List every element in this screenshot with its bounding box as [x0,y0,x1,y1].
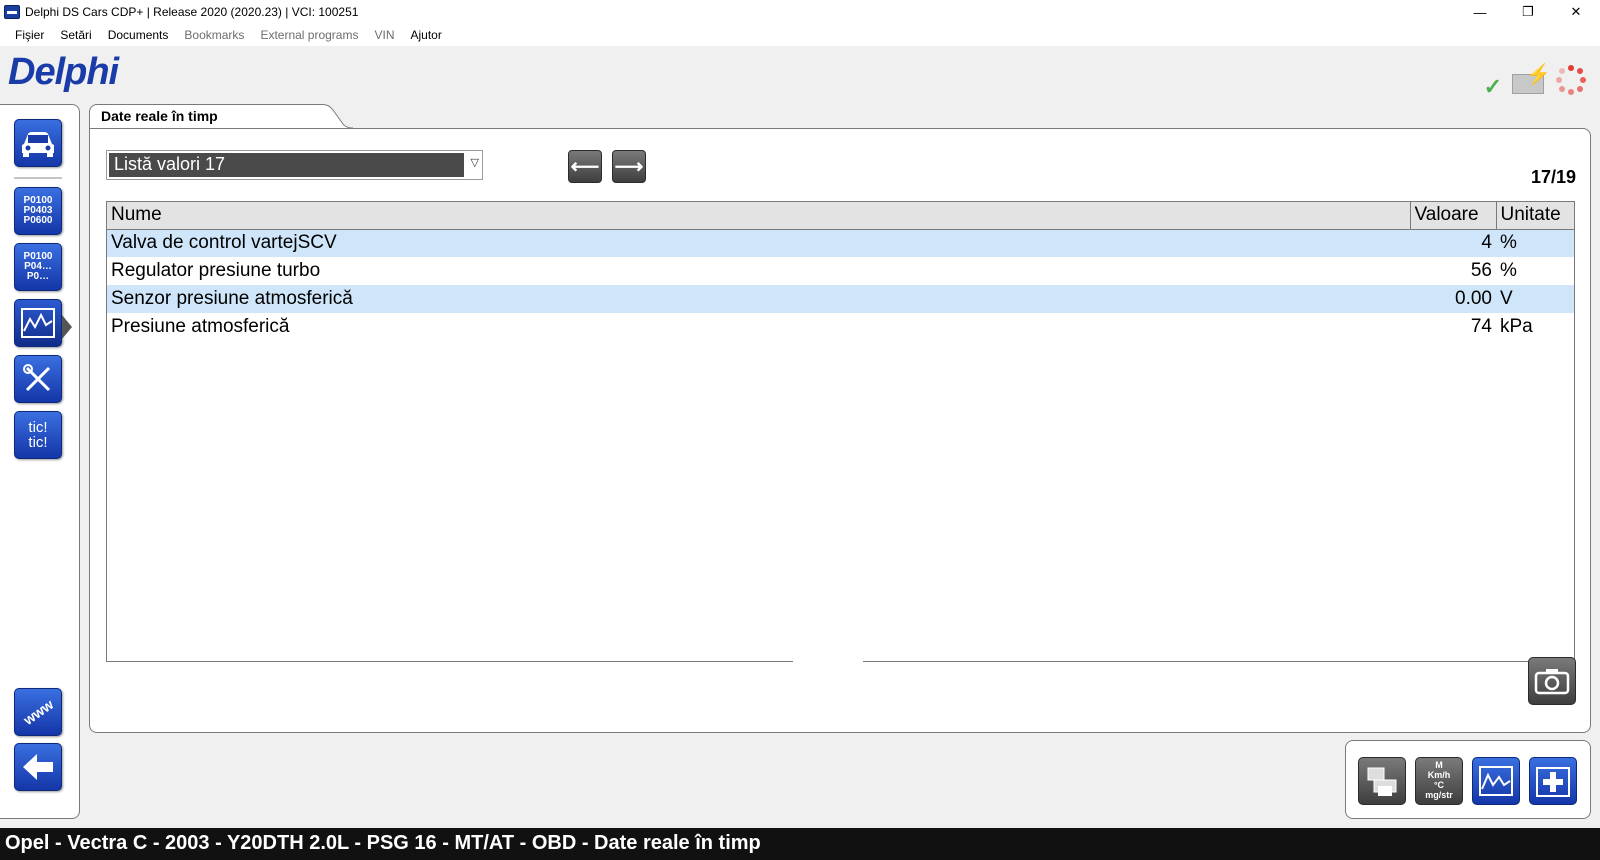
table-row[interactable]: Presiune atmosferică 74 kPa [107,313,1574,341]
delphi-logo: Delphi [8,51,119,93]
units-button[interactable]: M Km/h °C mg/str [1415,757,1463,805]
connection-check-icon: ✓ [1483,74,1502,99]
param-name: Valva de control vartejSCV [107,229,1410,257]
action-toolbar: M Km/h °C mg/str [1345,740,1591,819]
table-header-row: Nume Valoare Unitate [107,202,1574,230]
param-value: 74 [1470,316,1492,337]
graph-icon [1479,766,1513,796]
param-value: 56 [1470,260,1492,281]
active-tool-indicator [62,315,72,339]
tab-live-data[interactable]: Date reale în timp [89,104,315,129]
menu-vin[interactable]: VIN [366,28,402,42]
web-button[interactable]: www [14,688,62,736]
close-button[interactable]: ✕ [1552,0,1600,24]
add-parameter-icon [1536,767,1570,797]
menu-file[interactable]: Fişier [0,28,52,42]
screenshot-button[interactable] [1528,657,1576,705]
value-list-selected: Listă valori 17 [109,153,464,177]
table-row[interactable]: Regulator presiune turbo 56 % [107,257,1574,285]
status-indicators: ✓ ⚡ [1484,60,1586,100]
back-arrow-icon [23,754,53,780]
param-name: Senzor presiune atmosferică [107,285,1410,313]
dtc-icon: P0100 P0403 P0600 [23,195,53,226]
add-parameters-button[interactable] [1529,757,1577,805]
live-data-icon [21,308,55,338]
param-name: Regulator presiune turbo [111,260,321,281]
camera-icon [1534,669,1570,695]
service-tools-button[interactable] [14,355,62,403]
previous-list-button[interactable]: ⟵ [568,150,602,183]
erase-codes-button[interactable]: P0100 P04… P0… [14,243,62,291]
param-value: 4 [1410,229,1496,257]
menu-bar: Fişier Setări Documents Bookmarks Extern… [0,24,1600,46]
app-header: Delphi ✓ ⚡ [0,46,1600,104]
tools-icon [23,364,51,392]
activation-button[interactable]: tic! tic! [14,411,62,459]
printer-icon [1367,767,1397,796]
table-border-gap [793,657,863,665]
print-button[interactable] [1358,757,1406,805]
column-header-name[interactable]: Nume [107,202,1411,230]
window-title: Delphi DS Cars CDP+ | Release 2020 (2020… [25,5,359,19]
parameters-table: Nume Valoare Unitate Valva de control va… [106,201,1575,662]
menu-documents[interactable]: Documents [100,28,177,42]
live-data-panel: Listă valori 17 ▽ ⟵ ⟶ 17/19 Nume Valoare… [89,128,1591,733]
menu-external-programs[interactable]: External programs [252,28,366,42]
param-unit: kPa [1500,316,1533,337]
arrow-left-icon: ⟵ [570,156,600,178]
table-row[interactable]: Valva de control vartejSCV 4 % [107,229,1574,257]
app-icon [4,5,20,19]
table-row[interactable]: Senzor presiune atmosferică 0.00 V [107,285,1574,313]
tab-slope [313,104,353,129]
column-header-value[interactable]: Valoare [1410,202,1497,230]
tic-tic-icon: tic! tic! [28,419,48,451]
arrow-right-icon: ⟶ [614,156,644,178]
read-codes-button[interactable]: P0100 P0403 P0600 [14,187,62,235]
list-counter: 17/19 [1530,167,1576,187]
restore-button[interactable]: ❐ [1504,0,1552,24]
car-icon [22,132,54,157]
graph-button[interactable] [1472,757,1520,805]
toolbar-separator [14,177,62,179]
activity-spinner-icon [1556,65,1586,95]
param-unit: % [1496,229,1574,257]
vehicle-status-bar: Opel - Vectra C - 2003 - Y20DTH 2.0L - P… [0,828,1600,860]
next-list-button[interactable]: ⟶ [612,150,646,183]
back-button[interactable] [14,743,62,791]
minimize-button[interactable]: — [1456,0,1504,24]
vehicle-button[interactable] [14,119,62,167]
column-header-unit[interactable]: Unitate [1496,202,1574,230]
units-icon: M Km/h °C mg/str [1425,760,1453,800]
window-controls: — ❐ ✕ [1456,0,1600,24]
value-list-select[interactable]: Listă valori 17 ▽ [106,150,483,180]
menu-bookmarks[interactable]: Bookmarks [176,28,252,42]
chevron-down-icon: ▽ [470,157,479,169]
param-name: Presiune atmosferică [111,316,290,337]
left-toolbar: P0100 P0403 P0600 P0100 P04… P0… tic! ti… [0,104,80,819]
www-icon: www [20,696,56,728]
param-unit: % [1500,260,1517,281]
menu-settings[interactable]: Setări [52,28,99,42]
param-value: 0.00 [1410,285,1496,313]
battery-icon: ⚡ [1512,64,1551,94]
param-unit: V [1496,285,1574,313]
menu-help[interactable]: Ajutor [403,28,450,42]
dtc-erase-icon: P0100 P04… P0… [23,251,53,282]
live-data-button[interactable] [14,299,62,347]
window-title-bar: Delphi DS Cars CDP+ | Release 2020 (2020… [0,0,1600,24]
